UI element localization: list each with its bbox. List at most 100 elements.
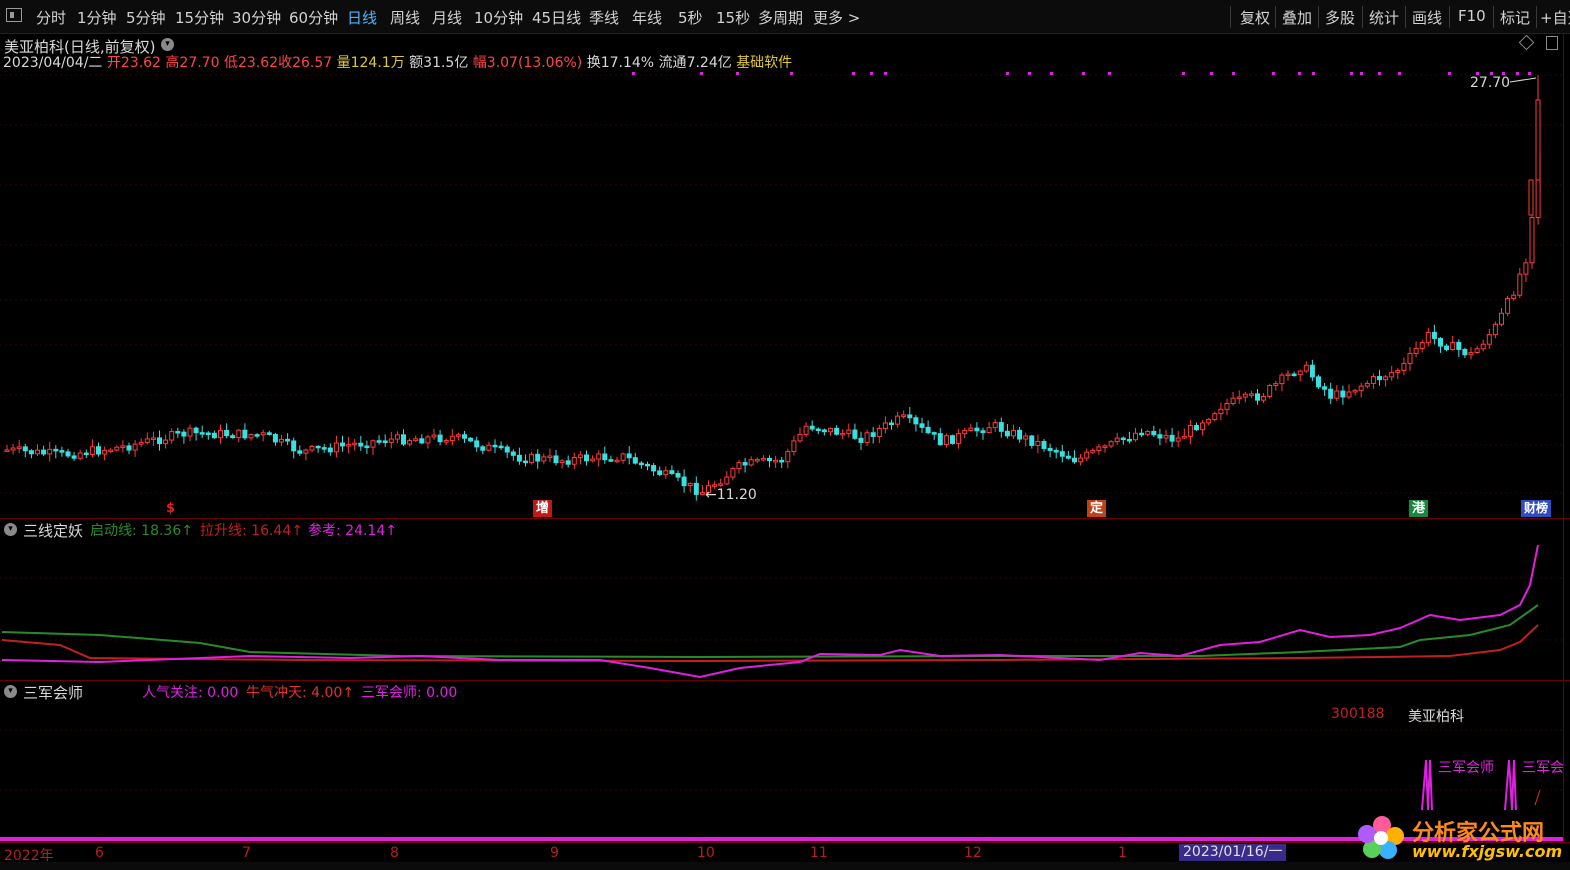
- candle-body: [425, 436, 431, 444]
- candle-body: [1340, 390, 1346, 398]
- signal-label-1: 三军会师: [1438, 760, 1494, 776]
- candle-body: [1407, 352, 1413, 364]
- candle-body: [279, 438, 284, 443]
- candle-body: [1517, 273, 1523, 296]
- candle-body: [809, 425, 815, 430]
- candle-body: [474, 440, 480, 448]
- event-badge-dollar[interactable]: $: [163, 500, 178, 517]
- candle-body: [553, 455, 559, 464]
- candle-body: [1261, 395, 1267, 401]
- candle-body: [663, 470, 669, 476]
- candle-body: [132, 443, 138, 451]
- candle-body: [1108, 441, 1114, 447]
- candle-body: [1322, 386, 1328, 390]
- candle-body: [181, 431, 187, 437]
- candle-body: [28, 450, 34, 455]
- x-axis[interactable]: 2022年 6 7 8 9 10 11 12 1 2023/01/16/一: [0, 843, 1570, 864]
- candle-body: [71, 455, 77, 459]
- candle-body: [584, 454, 589, 462]
- candle-body: [230, 435, 236, 439]
- candle-body: [83, 452, 89, 456]
- candle-body: [47, 448, 53, 455]
- candle-body: [108, 449, 114, 453]
- candle-body: [1224, 402, 1230, 410]
- candle-body: [925, 426, 931, 434]
- candle-body: [388, 438, 394, 443]
- x-axis-month: 8: [390, 845, 399, 861]
- candle-body: [236, 429, 242, 439]
- candle-body: [950, 435, 955, 444]
- candle-body: [1523, 262, 1529, 275]
- candle-body: [175, 431, 181, 434]
- candle-body: [358, 442, 364, 447]
- indicator1-line2: 拉升线: 16.44↑: [200, 523, 303, 539]
- signal-spike: [1421, 759, 1433, 811]
- indicator2-name[interactable]: 三军会师: [23, 682, 83, 703]
- candle-body: [901, 414, 907, 417]
- candle-body: [1126, 438, 1132, 442]
- candle-body: [492, 444, 498, 448]
- event-badge-caibang[interactable]: 财榜: [1521, 500, 1552, 517]
- bottom-tab-strip[interactable]: [0, 862, 1570, 870]
- candle-body: [169, 431, 175, 441]
- indicator2-toggle-icon[interactable]: ▾: [4, 685, 17, 698]
- event-badge-ding[interactable]: 定: [1087, 500, 1107, 517]
- candle-body: [730, 468, 736, 478]
- indicator1-toggle-icon[interactable]: ▾: [4, 523, 17, 536]
- candle-body: [1145, 430, 1151, 435]
- signal-dot: [1028, 72, 1031, 75]
- candle-body: [913, 417, 919, 425]
- signal-dot: [1232, 72, 1235, 75]
- signal-dot: [1350, 72, 1353, 75]
- candle-body: [1316, 376, 1321, 388]
- candle-body: [596, 453, 602, 460]
- signal-dot: [632, 72, 635, 75]
- high-marker-arrow: [1509, 77, 1537, 83]
- candle-body: [89, 446, 95, 455]
- candle-body: [1438, 337, 1443, 347]
- candle-body: [120, 445, 126, 448]
- candle-body: [382, 440, 388, 443]
- candle-body: [547, 455, 553, 458]
- candle-body: [1444, 345, 1450, 351]
- candle-body: [1297, 370, 1303, 376]
- event-badge-zeng[interactable]: 增: [533, 500, 553, 517]
- candle-body: [1255, 393, 1260, 401]
- candle-body: [1328, 388, 1334, 399]
- sector-link[interactable]: 基础软件: [736, 55, 792, 71]
- candle-body: [272, 433, 278, 443]
- candle-body: [1529, 216, 1535, 264]
- pane-divider-1[interactable]: [0, 518, 1570, 519]
- indicator1-line1: 启动线: 18.36↑: [90, 523, 193, 539]
- candle-body: [645, 463, 650, 467]
- candle-body: [1065, 455, 1071, 459]
- candle-body: [748, 459, 754, 466]
- candle-body: [309, 445, 315, 451]
- event-badge-gang[interactable]: 港: [1409, 500, 1429, 517]
- candle-body: [840, 432, 846, 436]
- candle-body: [986, 427, 992, 434]
- candle-body: [498, 445, 504, 449]
- indicator2-v2: 牛气冲天: 4.00↑: [246, 685, 355, 701]
- pane-divider-2[interactable]: [0, 680, 1570, 681]
- candle-body: [1535, 99, 1541, 181]
- signal-dot: [852, 72, 855, 75]
- chart-canvas[interactable]: [0, 0, 1570, 870]
- candle-body: [1072, 457, 1077, 463]
- window-icon[interactable]: [1546, 36, 1558, 50]
- candle-body: [1084, 451, 1090, 459]
- candle-body: [199, 432, 205, 435]
- chevron-down-icon[interactable]: ▾: [161, 38, 174, 51]
- candle-body: [327, 447, 333, 453]
- candle-body: [1499, 312, 1504, 325]
- candle-body: [681, 476, 687, 487]
- candle-body: [1200, 422, 1206, 431]
- candle-body: [1291, 373, 1297, 377]
- indicator1-name[interactable]: 三线定妖: [23, 520, 83, 541]
- signal-dot: [1516, 72, 1519, 75]
- candle-body: [1377, 376, 1382, 381]
- candle-body: [773, 459, 779, 463]
- candle-body: [846, 429, 852, 434]
- candle-body: [437, 434, 443, 443]
- candle-body: [150, 437, 156, 440]
